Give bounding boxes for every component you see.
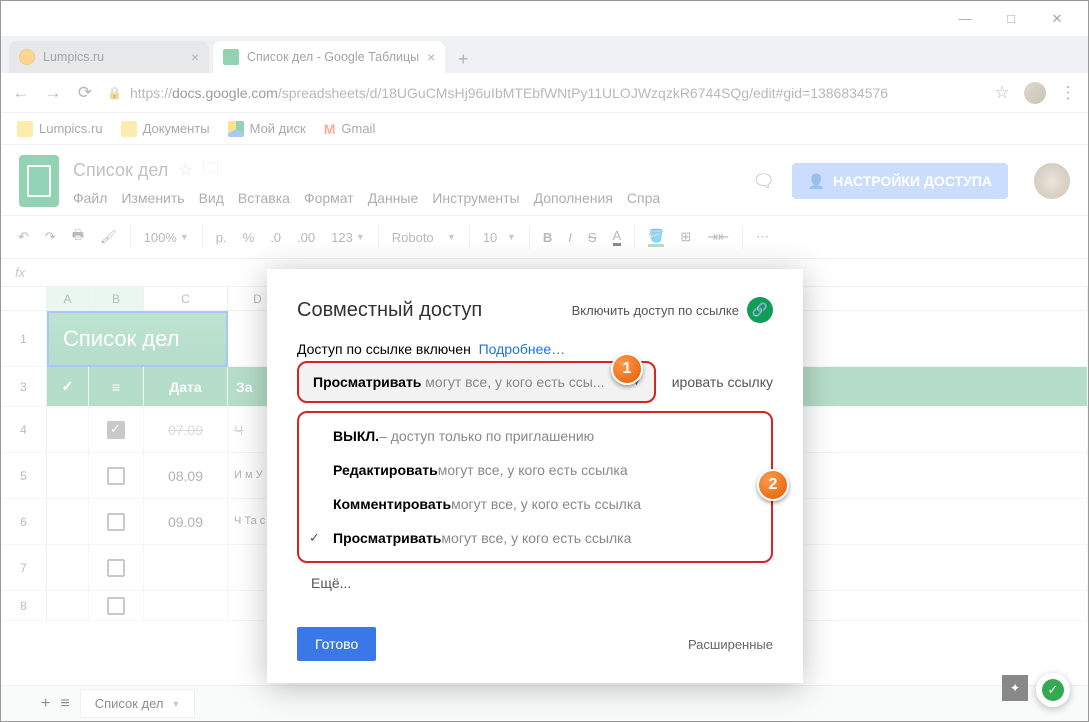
extension-badge-icon[interactable]: ✓ bbox=[1036, 673, 1070, 707]
option-off[interactable]: ВЫКЛ. – доступ только по приглашению bbox=[299, 419, 771, 453]
access-options: ВЫКЛ. – доступ только по приглашению Ред… bbox=[297, 411, 773, 563]
callout-badge-2: 2 bbox=[757, 469, 789, 501]
access-dropdown[interactable]: Просматривать могут все, у кого есть ссы… bbox=[297, 361, 656, 403]
copy-link-text[interactable]: ировать ссылку bbox=[672, 374, 773, 390]
dialog-title: Совместный доступ bbox=[297, 299, 482, 322]
learn-more-link[interactable]: Подробнее… bbox=[479, 341, 566, 357]
link-toggle[interactable]: Включить доступ по ссылке 🔗 bbox=[572, 297, 773, 323]
advanced-link[interactable]: Расширенные bbox=[688, 637, 773, 652]
callout-badge-1: 1 bbox=[611, 353, 643, 385]
option-edit[interactable]: Редактировать могут все, у кого есть ссы… bbox=[299, 453, 771, 487]
explore-icon[interactable]: ✦ bbox=[1002, 675, 1028, 701]
check-icon: ✓ bbox=[309, 530, 320, 546]
done-button[interactable]: Готово bbox=[297, 627, 376, 661]
link-status: Доступ по ссылке включен Подробнее… bbox=[297, 341, 773, 357]
option-view[interactable]: ✓Просматривать могут все, у кого есть сс… bbox=[299, 521, 771, 555]
link-icon: 🔗 bbox=[747, 297, 773, 323]
more-option[interactable]: Ещё... bbox=[297, 563, 773, 603]
share-dialog: Совместный доступ Включить доступ по ссы… bbox=[267, 269, 803, 683]
option-comment[interactable]: Комментировать могут все, у кого есть сс… bbox=[299, 487, 771, 521]
